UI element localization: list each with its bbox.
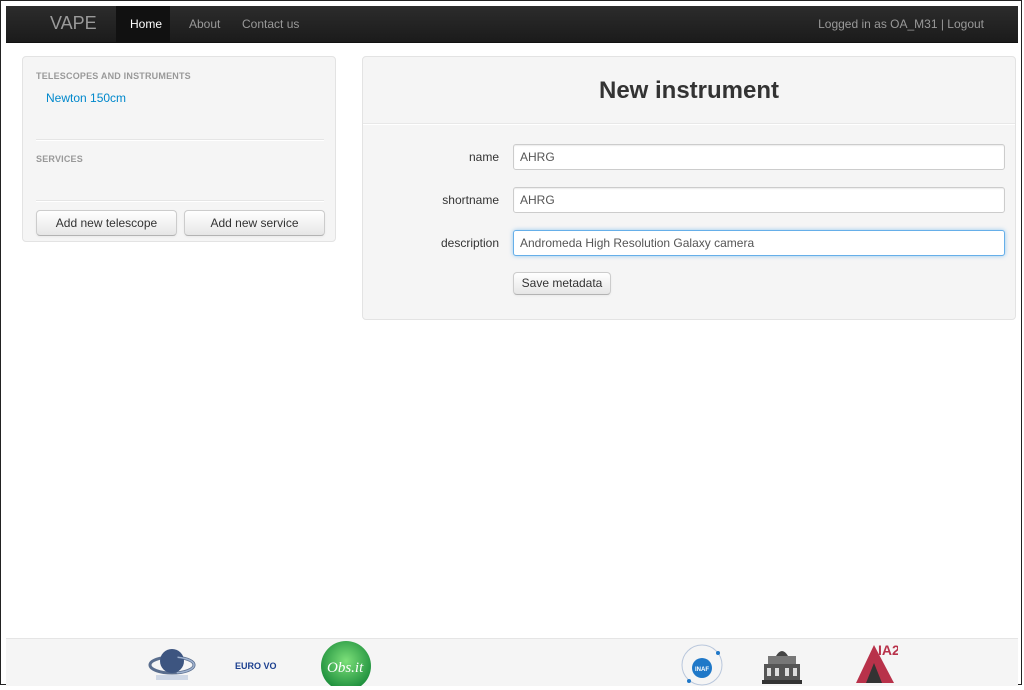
sidebar-divider — [36, 139, 324, 141]
sidebar-item-newton-150cm[interactable]: Newton 150cm — [46, 91, 126, 105]
save-metadata-button[interactable]: Save metadata — [513, 272, 611, 295]
description-label: description — [440, 236, 499, 250]
ia2-logo[interactable]: IA2 — [852, 639, 900, 688]
obs-it-text: Obs.it — [327, 660, 364, 676]
sidebar-header-telescopes: TELESCOPES AND INSTRUMENTS — [36, 71, 191, 81]
brand-logo-text[interactable]: VAPE — [50, 13, 97, 34]
nav-contact-us[interactable]: Contact us — [228, 6, 313, 42]
shortname-field[interactable]: AHRG — [513, 187, 1005, 213]
new-instrument-panel: New instrument name AHRG shortname AHRG … — [362, 56, 1016, 320]
description-field[interactable]: Andromeda High Resolution Galaxy camera — [513, 230, 1005, 256]
nav-home[interactable]: Home — [116, 6, 170, 42]
ia2-text: IA2 — [878, 642, 898, 658]
add-telescope-button[interactable]: Add new telescope — [36, 210, 177, 236]
name-label: name — [468, 150, 499, 164]
nav-about[interactable]: About — [175, 6, 234, 42]
sidebar-header-services: SERVICES — [36, 154, 83, 164]
euro-vo-text: EURO VO — [235, 661, 277, 671]
inaf-text: INAF — [695, 667, 709, 673]
name-field[interactable]: AHRG — [513, 144, 1005, 170]
shortname-label: shortname — [442, 193, 499, 207]
add-service-button[interactable]: Add new service — [184, 210, 325, 236]
panel-divider — [363, 123, 1015, 125]
logged-in-user-logout[interactable]: Logged in as OA_M31 | Logout — [818, 6, 984, 42]
page-title: New instrument — [598, 77, 780, 104]
obs-it-logo[interactable]: Obs.it — [320, 640, 372, 690]
inaf-logo[interactable]: INAF — [678, 641, 726, 690]
footer-logos: EURO VO Obs.it INAF IA2 — [6, 638, 1018, 690]
sidebar-divider — [36, 200, 324, 202]
sidebar-panel: TELESCOPES AND INSTRUMENTS Newton 150cm … — [22, 56, 336, 242]
euro-vo-logo[interactable]: EURO VO — [234, 658, 280, 675]
planet-logo[interactable] — [146, 643, 198, 686]
observatory-building-logo[interactable] — [760, 642, 804, 689]
top-navbar: VAPE Home About Contact us Logged in as … — [6, 6, 1018, 43]
